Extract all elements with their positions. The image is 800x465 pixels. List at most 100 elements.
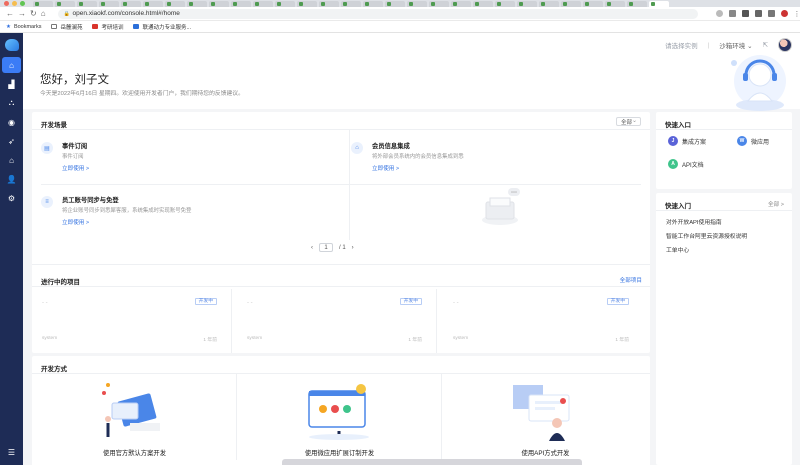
divider	[32, 264, 650, 265]
browser-tab[interactable]	[363, 0, 383, 7]
scene-use-link[interactable]: 立即使用 >	[62, 164, 89, 172]
browser-tab[interactable]	[583, 0, 603, 7]
browser-tab[interactable]	[253, 0, 273, 7]
browser-tab[interactable]	[33, 0, 53, 7]
browser-tab[interactable]	[77, 0, 97, 7]
browser-tab[interactable]	[561, 0, 581, 7]
sidebar-item-chat[interactable]: ◉	[2, 114, 21, 130]
browser-tab[interactable]	[605, 0, 625, 7]
browser-tab[interactable]	[451, 0, 471, 7]
dev-mode-label: 使用微应用扩展订制开发	[304, 450, 375, 457]
store-icon: ⌂	[9, 155, 14, 165]
window-controls[interactable]	[4, 1, 25, 6]
browser-tab[interactable]	[341, 0, 361, 7]
browser-tab[interactable]	[429, 0, 449, 7]
browser-tab[interactable]	[187, 0, 207, 7]
bookmarks-button[interactable]: ★ Bookmarks	[6, 24, 41, 30]
browser-tab[interactable]	[121, 0, 141, 7]
kebab-menu-icon[interactable]: ⋮	[794, 10, 800, 18]
sidebar-item-user[interactable]: 👤	[2, 171, 21, 187]
guide-item[interactable]: 智能工作台阿里云资源授权说明	[666, 231, 747, 240]
guide-item[interactable]: 工单中心	[666, 245, 689, 254]
browser-tab[interactable]	[517, 0, 537, 7]
dev-mode-card[interactable]: 使用API方式开发	[443, 374, 648, 460]
user-avatar[interactable]	[778, 38, 792, 52]
collapse-menu-button[interactable]: ☰	[0, 448, 23, 457]
browser-tab-active[interactable]	[649, 0, 669, 7]
divider	[32, 129, 650, 130]
macos-dock[interactable]	[282, 459, 582, 465]
environment-select[interactable]: 沙箱环境 ⌄	[719, 40, 752, 50]
browser-tab[interactable]	[275, 0, 295, 7]
browser-tab[interactable]	[495, 0, 515, 7]
quick-entry-api-docs[interactable]: A API文档	[668, 159, 704, 169]
profile-icon[interactable]	[780, 10, 788, 17]
close-window-icon[interactable]	[4, 1, 9, 6]
sidebar-item-release[interactable]: ➶	[2, 133, 21, 149]
scene-filter-dropdown[interactable]: 全部	[616, 117, 641, 126]
minimize-window-icon[interactable]	[12, 1, 17, 6]
extension-icon[interactable]	[741, 10, 749, 17]
instance-select[interactable]: 请选择实例	[665, 40, 698, 50]
browser-tab[interactable]	[319, 0, 339, 7]
project-owner: system	[42, 336, 58, 341]
project-card[interactable]: - - 开发中 system 1 年前	[32, 289, 232, 353]
prev-page-icon[interactable]: ‹	[311, 245, 313, 251]
browser-tab[interactable]	[231, 0, 251, 7]
sidebar-item-settings[interactable]: ⚙	[2, 190, 21, 206]
browser-tab[interactable]	[407, 0, 427, 7]
sidebar-item-store[interactable]: ⌂	[2, 152, 21, 168]
address-bar: ← → ↻ ⌂ 🔒 open.xiaokf.com/console.html#/…	[0, 7, 800, 21]
lock-icon: 🔒	[63, 11, 70, 17]
divider	[41, 184, 641, 185]
dev-mode-card[interactable]: 使用微应用扩展订制开发	[237, 374, 442, 460]
puzzle-icon[interactable]	[754, 10, 762, 17]
all-projects-link[interactable]: 全部项目	[620, 276, 642, 284]
zoom-window-icon[interactable]	[20, 1, 25, 6]
browser-tab[interactable]	[539, 0, 559, 7]
project-card[interactable]: - - 开发中 system 1 年前	[443, 289, 643, 353]
browser-tab[interactable]	[473, 0, 493, 7]
browser-tab[interactable]	[627, 0, 647, 7]
external-link-icon[interactable]: ⇱	[763, 41, 768, 49]
next-page-icon[interactable]: ›	[352, 245, 354, 251]
quick-entry-label: 集成方案	[682, 139, 707, 146]
sidebar-item-home[interactable]: ⌂	[2, 57, 21, 73]
divider	[656, 129, 792, 130]
browser-tab[interactable]	[99, 0, 119, 7]
guide-item[interactable]: 对外开放API使用指南	[666, 217, 722, 226]
share-icon[interactable]	[715, 10, 723, 17]
back-icon[interactable]: ←	[6, 9, 14, 19]
url-field[interactable]: 🔒 open.xiaokf.com/console.html#/home	[57, 8, 698, 19]
project-card[interactable]: - - 开发中 system 1 年前	[237, 289, 437, 353]
browser-tab[interactable]	[143, 0, 163, 7]
page-number-input[interactable]: 1	[319, 243, 333, 252]
bookmark-star-icon[interactable]	[728, 10, 736, 17]
browser-tab[interactable]	[165, 0, 185, 7]
bookmark-item[interactable]: 考研培训	[92, 23, 123, 31]
quick-entry-microapp[interactable]: W 微应用	[737, 136, 769, 146]
quick-start-more-link[interactable]: 全部 >	[768, 200, 784, 208]
scene-title: 会员信息集成	[372, 143, 410, 150]
browser-tab[interactable]	[297, 0, 317, 7]
scene-use-link[interactable]: 立即使用 >	[62, 218, 89, 226]
forward-icon[interactable]: →	[18, 9, 26, 19]
quick-entry-integration[interactable]: J 集成方案	[668, 136, 706, 146]
browser-tab[interactable]	[385, 0, 405, 7]
star-icon: ★	[6, 23, 11, 30]
browser-tab[interactable]	[209, 0, 229, 7]
dev-mode-card[interactable]: 使用官方默认方案开发	[32, 374, 237, 460]
sidebar-item-org[interactable]: ⛬	[2, 95, 21, 111]
top-bar: 请选择实例 | 沙箱环境 ⌄ ⇱	[665, 38, 792, 52]
bookmark-item[interactable]: 岳麓澜苑	[51, 23, 82, 31]
reload-icon[interactable]: ↻	[30, 9, 37, 19]
scene-use-link[interactable]: 立即使用 >	[372, 164, 399, 172]
greeting-title: 您好，刘子文	[40, 74, 109, 86]
browser-tab[interactable]	[55, 0, 75, 7]
home-browser-icon[interactable]: ⌂	[41, 9, 46, 19]
sidebar-item-apps[interactable]: ▟	[2, 76, 21, 92]
sidepanel-icon[interactable]	[767, 10, 775, 17]
dev-scenes-panel: 开发场景 全部 ▤ 事件订阅 事件订阅 立即使用 > ⌂ 会员信息集成 将外部会…	[32, 112, 650, 290]
bookmark-item[interactable]: 联通动力专业服务...	[133, 23, 191, 31]
staff-sync-icon: ≡	[41, 196, 53, 208]
